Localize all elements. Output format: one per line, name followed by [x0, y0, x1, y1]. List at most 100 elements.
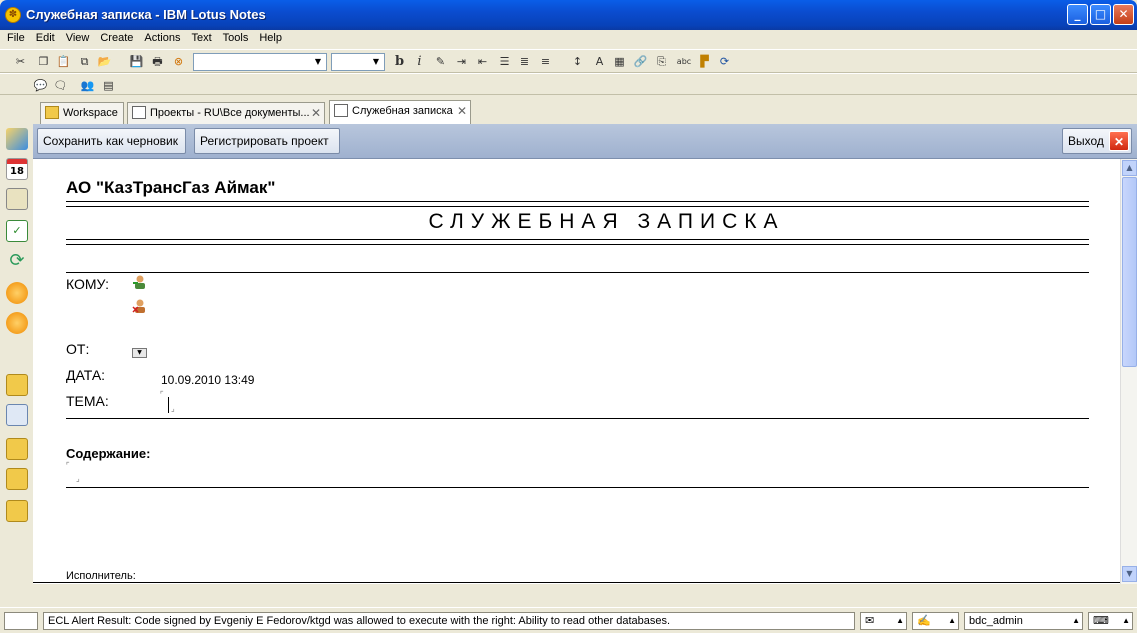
subject-field[interactable]: [160, 391, 190, 413]
todo-icon[interactable]: ✓: [6, 220, 28, 242]
user-switcher[interactable]: bdc_admin ▲: [964, 612, 1083, 630]
home-icon[interactable]: [6, 128, 28, 150]
bold-icon[interactable]: b: [392, 54, 407, 69]
signature-switcher[interactable]: ✍ ▲: [912, 612, 959, 630]
subject-label: ТЕМА:: [66, 393, 109, 409]
discussion-icon[interactable]: 🗨: [53, 78, 68, 93]
divider: [66, 418, 1089, 419]
chat-icon[interactable]: 💬: [33, 78, 48, 93]
chevron-up-icon: ▲: [1072, 616, 1080, 625]
divider: [66, 239, 1089, 240]
remove-recipient-icon[interactable]: [132, 298, 148, 314]
formatting-toolbar: ✂ ❐ 📋 ⧉ 📂 💾 🖶 ⊗ ▼ ▼ b i ✎ ⇥ ⇤ ☰ ≣ ≡ ↕ A …: [0, 49, 1137, 73]
scroll-thumb[interactable]: [1122, 177, 1137, 367]
menu-tools[interactable]: Tools: [219, 30, 253, 46]
replication-icon[interactable]: ⟳: [6, 250, 28, 272]
copy-as-link-icon[interactable]: ⧉: [77, 54, 92, 69]
address-book-icon[interactable]: [6, 188, 28, 210]
calendar-icon[interactable]: 18: [6, 158, 28, 180]
add-recipient-icon[interactable]: [132, 274, 148, 290]
numbers-icon[interactable]: ≣: [517, 54, 532, 69]
bullets-icon[interactable]: ☰: [497, 54, 512, 69]
text-color-icon[interactable]: A: [592, 54, 607, 69]
close-tab-icon[interactable]: ✕: [457, 101, 467, 121]
align-icon[interactable]: ≡: [538, 54, 553, 69]
from-dropdown[interactable]: ▼: [132, 348, 147, 358]
menu-bar: File Edit View Create Actions Text Tools Help: [0, 30, 1137, 48]
search-icon[interactable]: [6, 312, 28, 334]
style-select[interactable]: ▼: [193, 53, 327, 71]
indent-icon[interactable]: ⇥: [454, 54, 469, 69]
minimize-button[interactable]: _: [1067, 4, 1088, 25]
folder-icon[interactable]: [6, 468, 28, 490]
keyboard-switcher[interactable]: ⌨ ▲: [1088, 612, 1133, 630]
signature-icon: ✍: [917, 615, 931, 627]
exit-button[interactable]: Выход ✕: [1062, 128, 1132, 154]
notebook-icon[interactable]: ▤: [101, 78, 116, 93]
cut-icon[interactable]: ✂: [13, 54, 28, 69]
close-button[interactable]: ✕: [1113, 4, 1134, 25]
content-field[interactable]: [66, 461, 1086, 485]
chevron-up-icon: ▲: [1122, 616, 1130, 625]
save-icon[interactable]: 💾: [129, 54, 144, 69]
refresh-icon[interactable]: ⟳: [717, 54, 732, 69]
save-draft-button[interactable]: Сохранить как черновик: [37, 128, 186, 154]
highlight-icon[interactable]: ✎: [433, 54, 448, 69]
menu-file[interactable]: File: [3, 30, 29, 46]
lotus-notes-app-icon[interactable]: ✽: [5, 7, 21, 23]
spacing-icon[interactable]: ↕: [570, 54, 585, 69]
divider: [66, 272, 1089, 273]
menu-edit[interactable]: Edit: [32, 30, 59, 46]
contacts-icon[interactable]: [6, 282, 28, 304]
outdent-icon[interactable]: ⇤: [475, 54, 490, 69]
menu-help[interactable]: Help: [255, 30, 286, 46]
attach-icon[interactable]: ⎘: [654, 54, 669, 69]
window-title: Служебная записка - IBM Lotus Notes: [26, 7, 266, 22]
menu-view[interactable]: View: [62, 30, 94, 46]
document-icon: [334, 104, 348, 117]
workspace-folder-icon[interactable]: [6, 404, 28, 426]
organization-name: АО "КазТрансГаз Аймак": [66, 178, 276, 197]
hotspot-icon[interactable]: ▛: [697, 54, 712, 69]
chevron-down-icon: ▼: [372, 57, 380, 66]
tab-memo[interactable]: Служебная записка ✕: [329, 100, 471, 124]
divider: [66, 244, 1089, 245]
folder-icon[interactable]: [6, 374, 28, 396]
tab-label: Проекты - RU\Все документы...: [150, 107, 310, 119]
paste-icon[interactable]: 📋: [56, 54, 71, 69]
cancel-icon[interactable]: ⊗: [171, 54, 186, 69]
link-icon[interactable]: 🔗: [633, 54, 648, 69]
tab-workspace[interactable]: Workspace: [40, 102, 124, 124]
location-switcher[interactable]: ✉ ▲: [860, 612, 907, 630]
print-icon[interactable]: 🖶: [150, 54, 165, 69]
maximize-button[interactable]: □: [1090, 4, 1111, 25]
scroll-up-icon[interactable]: ▲: [1122, 160, 1137, 176]
divider: [33, 582, 1120, 583]
location-icon: ✉: [865, 615, 875, 627]
vertical-scrollbar[interactable]: ▲ ▼: [1120, 159, 1137, 584]
close-tab-icon[interactable]: ✕: [311, 103, 321, 123]
action-bar: Сохранить как черновик Регистрировать пр…: [33, 124, 1137, 159]
divider: [66, 206, 1089, 207]
font-size-select[interactable]: ▼: [331, 53, 385, 71]
from-label: ОТ:: [66, 341, 90, 357]
scroll-down-icon[interactable]: ▼: [1122, 566, 1137, 582]
database-icon: [132, 106, 146, 119]
table-icon[interactable]: ▦: [612, 54, 627, 69]
spellcheck-icon[interactable]: abc: [675, 54, 693, 69]
open-icon[interactable]: 📂: [97, 54, 112, 69]
register-project-button[interactable]: Регистрировать проект: [194, 128, 340, 154]
status-indicator[interactable]: [4, 612, 38, 630]
people-icon[interactable]: 👥: [80, 78, 95, 93]
divider: [66, 487, 1089, 488]
close-icon: ✕: [1109, 131, 1129, 151]
divider: [66, 201, 1089, 202]
folder-icon[interactable]: [6, 500, 28, 522]
copy-icon[interactable]: ❐: [36, 54, 51, 69]
tab-projects[interactable]: Проекты - RU\Все документы... ✕: [127, 102, 325, 124]
menu-text[interactable]: Text: [187, 30, 215, 46]
menu-create[interactable]: Create: [96, 30, 137, 46]
italic-icon[interactable]: i: [412, 54, 427, 69]
menu-actions[interactable]: Actions: [140, 30, 184, 46]
folder-icon[interactable]: [6, 438, 28, 460]
